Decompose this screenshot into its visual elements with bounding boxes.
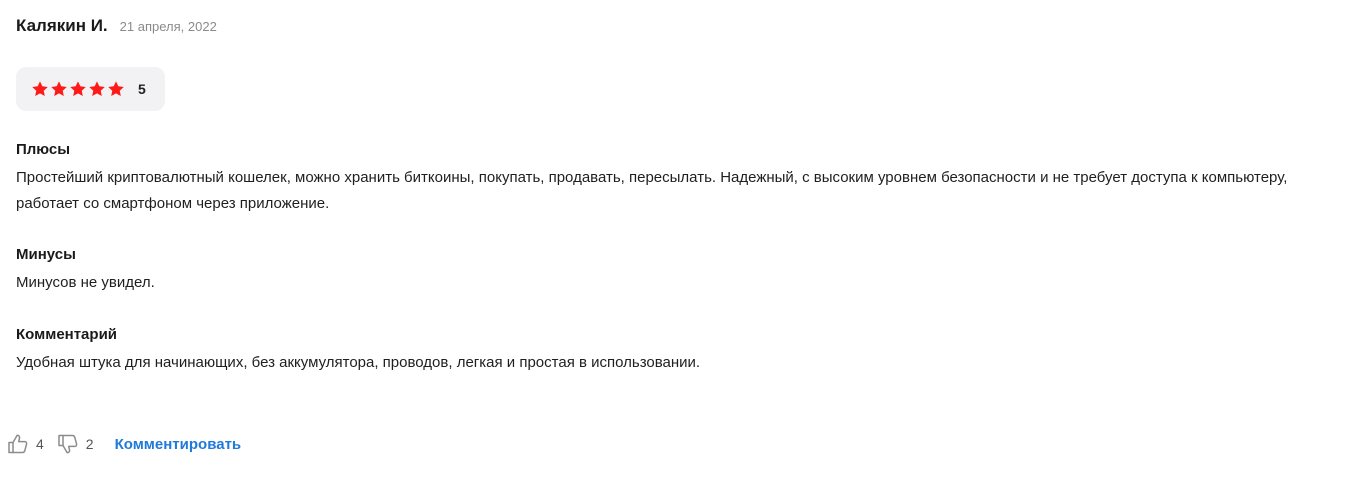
star-icon [108, 81, 124, 97]
like-count: 4 [36, 436, 44, 452]
comment-text: Удобная штука для начинающих, без аккуму… [16, 354, 701, 371]
star-icon [70, 81, 86, 97]
pros-section: Плюсы Простейший криптовалютный кошелек,… [16, 141, 1346, 217]
comment-link[interactable]: Комментировать [115, 436, 242, 453]
star-icon [89, 81, 105, 97]
thumbs-down-icon [58, 434, 78, 454]
comment-title: Комментарий [16, 326, 118, 343]
review-footer: 4 2 Комментировать [6, 432, 241, 456]
rating-badge: 5 [16, 67, 165, 111]
review-author[interactable]: Калякин И. [16, 16, 108, 36]
pros-title: Плюсы [16, 141, 71, 158]
star-rating [31, 80, 126, 98]
cons-text: Минусов не увидел. [16, 274, 155, 291]
dislike-button[interactable]: 2 [56, 432, 94, 456]
thumbs-up-icon [8, 434, 28, 454]
star-icon [32, 81, 48, 97]
rating-value: 5 [138, 81, 146, 97]
dislike-count: 2 [85, 436, 94, 452]
comment-section: Комментарий Удобная штука для начинающих… [16, 326, 1346, 376]
cons-section: Минусы Минусов не увидел. [16, 246, 1346, 296]
review-header: Калякин И. 21 апреля, 2022 [16, 16, 217, 36]
pros-text: Простейший криптовалютный кошелек, можно… [16, 169, 1288, 212]
like-button[interactable]: 4 [6, 432, 44, 456]
star-icon [51, 81, 67, 97]
review-date: 21 апреля, 2022 [119, 19, 217, 34]
cons-title: Минусы [16, 246, 76, 263]
